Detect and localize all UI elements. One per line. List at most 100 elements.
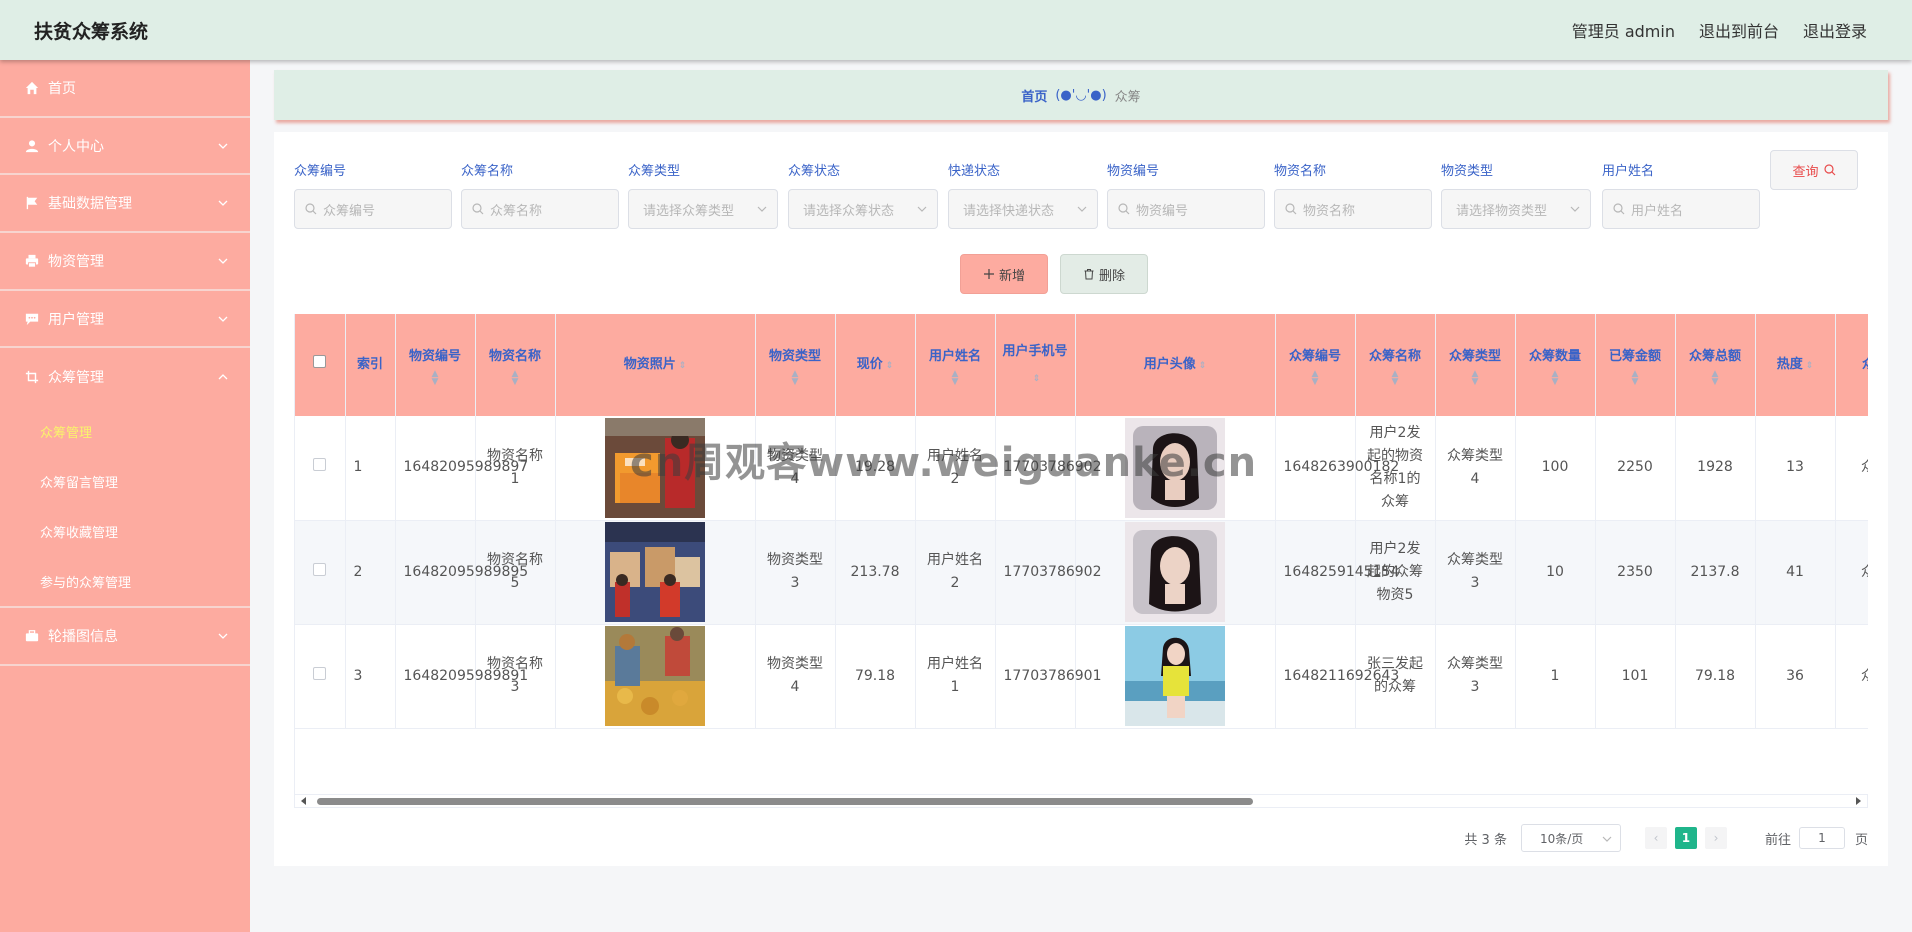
material-type-select[interactable]: 请选择物资类型 (1441, 189, 1591, 229)
search-icon (305, 203, 317, 215)
row-checkbox[interactable] (313, 458, 327, 472)
submenu-crowdfunding-favorites[interactable]: 众筹收藏管理 (0, 506, 250, 556)
cell-material-type: 物资类型4 (755, 624, 836, 729)
submenu-joined-crowdfunding[interactable]: 参与的众筹管理 (0, 556, 250, 606)
material-no-input[interactable]: 物资编号 (1107, 189, 1265, 229)
material-photo[interactable] (605, 417, 705, 518)
select-all-header (295, 314, 346, 416)
sidebar-item-label: 基础数据管理 (48, 196, 132, 213)
column-header-material-photo[interactable]: 物资照片 ⇕ (555, 314, 756, 416)
cell-user-phone: 17703786902 (995, 416, 1101, 521)
scroll-left-icon[interactable] (301, 797, 306, 805)
sort-icon: ▲ ▼ (1551, 369, 1559, 387)
horizontal-scrollbar[interactable] (294, 794, 1868, 808)
scrollbar-thumb[interactable] (317, 798, 1253, 805)
sidebar-item-base-data[interactable]: 基础数据管理 (0, 175, 250, 234)
sidebar-item-users[interactable]: 用户管理 (0, 291, 250, 349)
prev-page-button[interactable]: ‹ (1644, 827, 1667, 849)
sort-icon: ▲ ▼ (511, 369, 519, 387)
cell-material-no: 16482095989891 (395, 624, 528, 729)
search-field-crowd-name: 众筹名称 众筹名称 (461, 160, 619, 229)
search-form: 众筹编号 众筹编号 众筹名称 众筹名称 众筹类型 请选择众筹类型 众筹状态 请选… (294, 160, 1760, 230)
search-field-crowd-status: 众筹状态 请选择众筹状态 (788, 160, 938, 229)
crowd-type-select[interactable]: 请选择众筹类型 (628, 189, 778, 229)
cell-raised: 2350 (1595, 520, 1676, 625)
cell-user-name: 用户姓名2 (915, 416, 996, 521)
cell-crowd-count: 10 (1515, 520, 1596, 625)
sidebar-item-material[interactable]: 物资管理 (0, 233, 250, 291)
cell-user-phone: 17703786902 (995, 520, 1101, 625)
query-button[interactable]: 查询 (1770, 150, 1858, 190)
material-photo[interactable] (605, 522, 705, 622)
sort-icon: ▲ ▼ (791, 369, 799, 387)
cell-user-name: 用户姓名1 (915, 624, 996, 729)
column-header-material-no[interactable]: 物资编号 ▲ ▼ (395, 314, 476, 416)
column-header-heat[interactable]: 热度 ⇕ (1755, 314, 1836, 416)
submenu-crowdfunding-messages[interactable]: 众筹留言管理 (0, 456, 250, 506)
column-header-user-name[interactable]: 用户姓名 ▲ ▼ (915, 314, 996, 416)
sidebar-item-home[interactable]: 首页 (0, 60, 250, 118)
trash-icon (1084, 269, 1094, 280)
cell-total: 79.18 (1675, 624, 1756, 729)
column-header-raised[interactable]: 已筹金额 ▲ ▼ (1595, 314, 1676, 416)
page-size-select[interactable]: 10条/页 (1520, 824, 1621, 852)
column-header-total[interactable]: 众筹总额 ▲ ▼ (1675, 314, 1756, 416)
input-placeholder: 物资名称 (1303, 203, 1356, 219)
chat-icon (24, 311, 40, 327)
column-header-material-type[interactable]: 物资类型 ▲ ▼ (755, 314, 836, 416)
express-status-select[interactable]: 请选择快递状态 (948, 189, 1098, 229)
logout-link[interactable]: 退出登录 (1803, 18, 1867, 42)
user-avatar[interactable] (1125, 626, 1225, 726)
cell-material-no: 16482095989895 (395, 520, 528, 625)
column-header-user-avatar[interactable]: 用户头像 ⇕ (1075, 314, 1276, 416)
crowd-name-input[interactable]: 众筹名称 (461, 189, 619, 229)
column-header-material-name[interactable]: 物资名称 ▲ ▼ (475, 314, 556, 416)
page-number-current[interactable]: 1 (1674, 827, 1697, 849)
material-name-input[interactable]: 物资名称 (1274, 189, 1432, 229)
row-checkbox[interactable] (313, 666, 327, 680)
sidebar-item-personal-center[interactable]: 个人中心 (0, 118, 250, 176)
select-all-checkbox[interactable] (313, 355, 327, 368)
cell-heat: 36 (1755, 624, 1836, 729)
column-header-crowd-count[interactable]: 众筹数量 ▲ ▼ (1515, 314, 1596, 416)
main-panel: 众筹编号 众筹编号 众筹名称 众筹名称 众筹类型 请选择众筹类型 众筹状态 请选… (274, 132, 1888, 866)
breadcrumb-home[interactable]: 首页 (1021, 86, 1047, 105)
column-header-user-phone[interactable]: 用户手机号⇕ (995, 314, 1076, 416)
column-header-crowd-type[interactable]: 众筹类型 ▲ ▼ (1435, 314, 1516, 416)
column-header-more[interactable]: 众筹 (1835, 314, 1868, 416)
crowdfunding-submenu: 众筹管理 众筹留言管理 众筹收藏管理 参与的众筹管理 (0, 406, 250, 609)
field-label: 物资类型 (1441, 164, 1494, 179)
column-header-crowd-name[interactable]: 众筹名称 ▲ ▼ (1355, 314, 1436, 416)
app-title: 扶贫众筹系统 (34, 20, 149, 43)
add-button[interactable]: 新增 (960, 254, 1048, 294)
user-name-input[interactable]: 用户姓名 (1602, 189, 1760, 229)
sidebar-item-carousel[interactable]: 轮播图信息 (0, 608, 250, 666)
user-avatar[interactable] (1125, 522, 1225, 622)
material-photo[interactable] (605, 626, 705, 726)
select-placeholder: 请选择众筹类型 (643, 203, 735, 219)
column-header-price[interactable]: 现价 ⇕ (835, 314, 916, 416)
crowd-status-select[interactable]: 请选择众筹状态 (788, 189, 938, 229)
field-label: 快递状态 (948, 164, 1001, 179)
delete-button[interactable]: 删除 (1060, 254, 1148, 294)
sidebar-item-crowdfunding[interactable]: 众筹管理 (0, 348, 250, 406)
cell-crowd-count: 1 (1515, 624, 1596, 729)
cell-index: 3 (345, 624, 396, 729)
crowd-no-input[interactable]: 众筹编号 (294, 189, 452, 229)
sidebar-item-label: 轮播图信息 (48, 628, 118, 645)
row-checkbox[interactable] (313, 562, 327, 576)
cell-more: 众筹 (1835, 520, 1868, 625)
exit-to-front-link[interactable]: 退出到前台 (1699, 18, 1779, 42)
next-page-button[interactable]: › (1704, 827, 1727, 849)
search-field-crowd-no: 众筹编号 众筹编号 (294, 160, 452, 229)
field-label: 用户姓名 (1602, 164, 1655, 179)
search-field-crowd-type: 众筹类型 请选择众筹类型 (628, 160, 778, 229)
home-icon (24, 80, 40, 96)
goto-page-input[interactable]: 1 (1798, 827, 1845, 849)
delete-button-label: 删除 (1098, 268, 1125, 284)
user-avatar[interactable] (1125, 417, 1225, 518)
scroll-right-icon[interactable] (1856, 797, 1861, 805)
cell-raised: 2250 (1595, 416, 1676, 521)
submenu-crowdfunding[interactable]: 众筹管理 (0, 406, 250, 456)
column-header-crowd-no[interactable]: 众筹编号 ▲ ▼ (1275, 314, 1356, 416)
